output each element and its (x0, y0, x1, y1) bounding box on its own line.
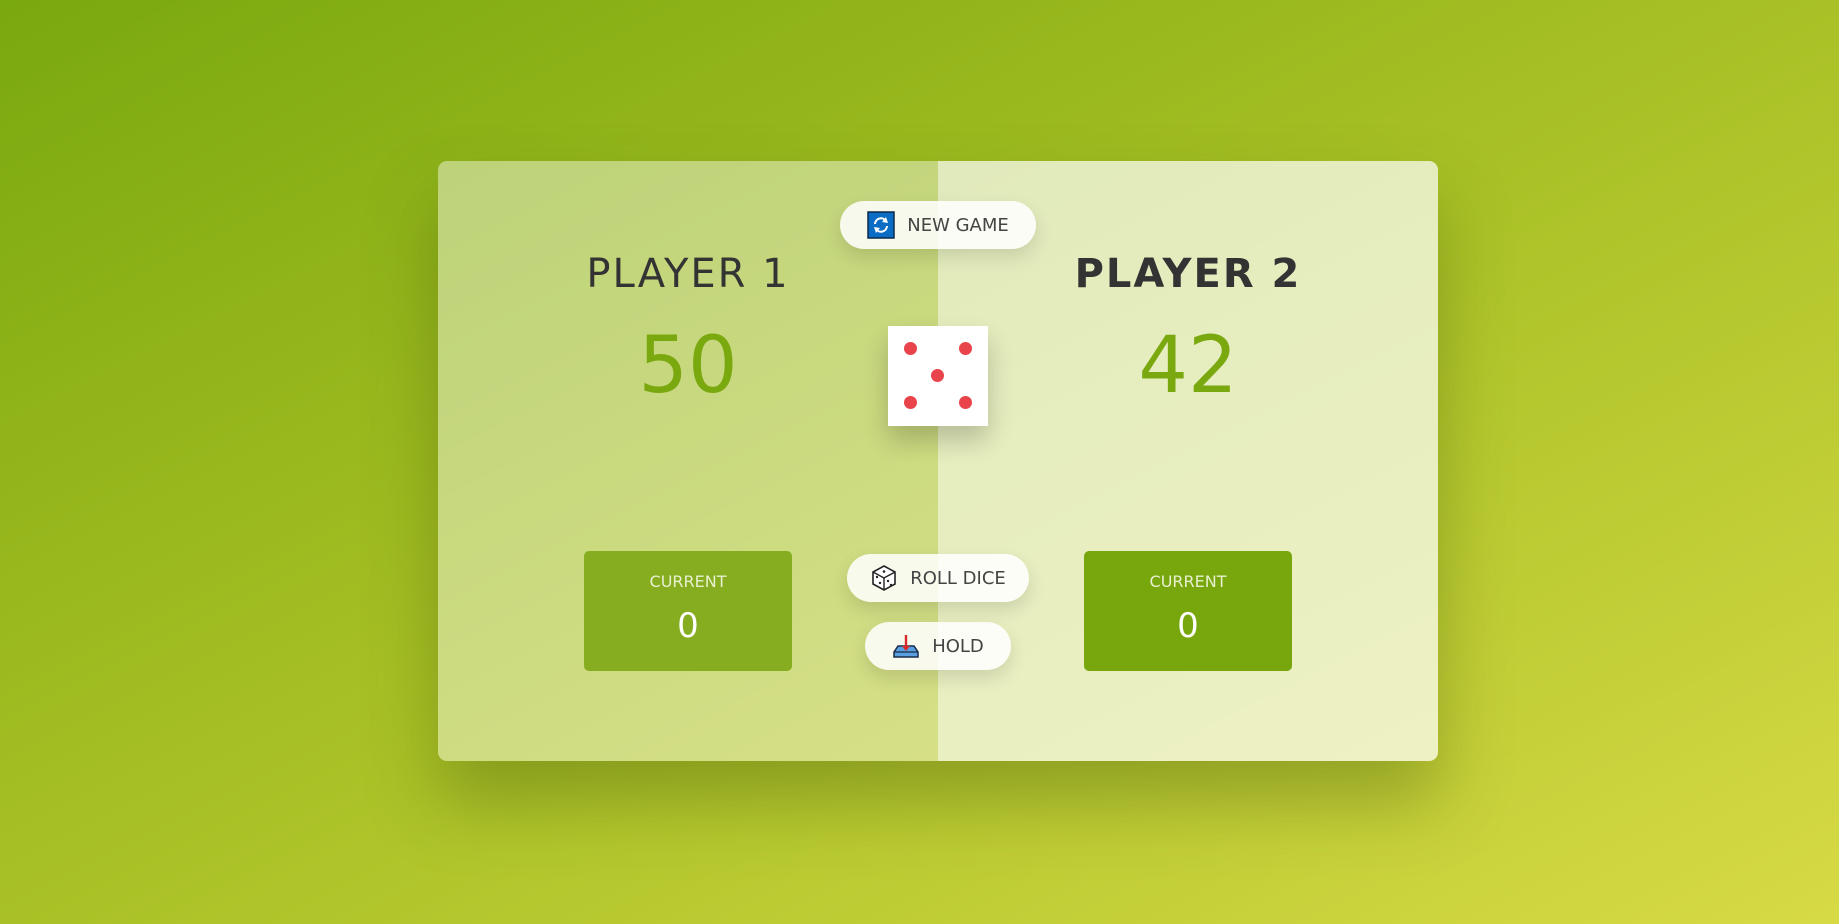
player-1-score: 50 (638, 321, 738, 411)
player-1-name: PLAYER 1 (586, 251, 790, 297)
dice-pip (904, 396, 917, 409)
dice (888, 326, 988, 426)
player-1-current-label: CURRENT (649, 572, 727, 591)
dice-pip (959, 396, 972, 409)
dice-pip (931, 369, 944, 382)
new-game-label: NEW GAME (907, 214, 1009, 236)
roll-dice-label: ROLL DICE (910, 567, 1006, 589)
game-board: PLAYER 1 50 CURRENT 0 PLAYER 2 42 CURREN… (438, 161, 1438, 761)
hold-icon (892, 632, 920, 660)
dice-icon (870, 564, 898, 592)
dice-pip (904, 342, 917, 355)
player-2-panel: PLAYER 2 42 CURRENT 0 (938, 161, 1438, 761)
hold-button[interactable]: HOLD (865, 622, 1011, 670)
player-2-current-label: CURRENT (1149, 572, 1227, 591)
player-2-name: PLAYER 2 (1074, 251, 1302, 297)
player-2-current-box: CURRENT 0 (1084, 551, 1292, 671)
dice-pip (959, 342, 972, 355)
player-1-panel: PLAYER 1 50 CURRENT 0 (438, 161, 938, 761)
hold-label: HOLD (932, 635, 984, 657)
player-1-current-score: 0 (677, 606, 699, 646)
player-1-current-box: CURRENT 0 (584, 551, 792, 671)
roll-dice-button[interactable]: ROLL DICE (847, 554, 1029, 602)
player-2-current-score: 0 (1177, 606, 1199, 646)
new-game-button[interactable]: NEW GAME (840, 201, 1036, 249)
player-2-score: 42 (1138, 321, 1238, 411)
refresh-icon (867, 211, 895, 239)
